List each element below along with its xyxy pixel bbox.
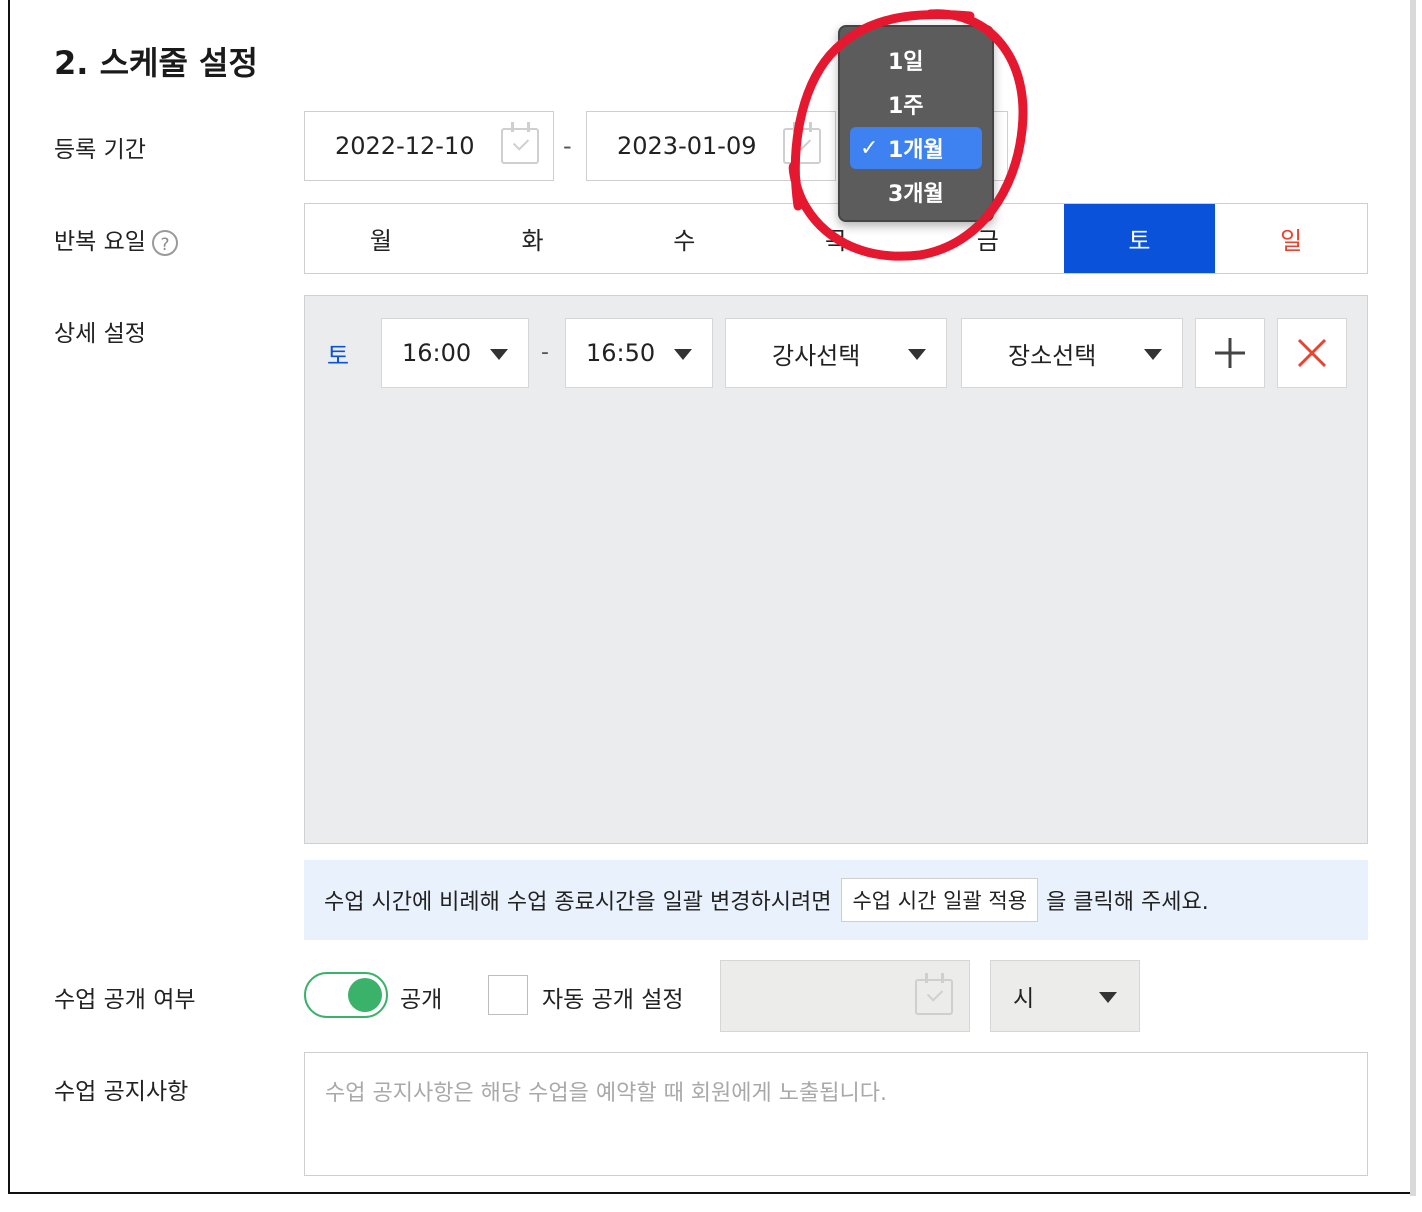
weekday-mon[interactable]: 월	[305, 204, 457, 273]
plus-icon	[1215, 338, 1245, 368]
notice-text-before: 수업 시간에 비례해 수업 종료시간을 일괄 변경하시려면	[324, 890, 832, 915]
end-date-value: 2023-01-09	[617, 132, 757, 160]
weekday-tue[interactable]: 화	[457, 204, 609, 273]
bulk-apply-notice: 수업 시간에 비례해 수업 종료시간을 일괄 변경하시려면 수업 시간 일괄 적…	[304, 860, 1368, 940]
close-icon	[1297, 338, 1327, 368]
notice-label: 수업 공지사항	[54, 1079, 189, 1105]
period-label: 등록 기간	[54, 137, 146, 163]
instructor-select[interactable]: 강사선택	[725, 318, 947, 388]
hour-value: 시	[1013, 986, 1035, 1012]
detail-settings-area: 토 16:00 - 16:50 강사선택 장소선택	[304, 295, 1368, 844]
weekday-wed[interactable]: 수	[608, 204, 760, 273]
visibility-toggle[interactable]	[304, 972, 388, 1018]
start-time-select[interactable]: 16:00	[381, 318, 529, 388]
weekday-sun[interactable]: 일	[1215, 204, 1367, 273]
toggle-knob	[348, 978, 382, 1012]
end-time-value: 16:50	[586, 339, 656, 367]
detail-label: 상세 설정	[54, 321, 146, 347]
delete-row-button[interactable]	[1277, 318, 1347, 388]
help-icon[interactable]: ?	[151, 229, 178, 256]
auto-publish-label: 자동 공개 설정	[542, 987, 684, 1013]
chevron-down-icon	[1099, 992, 1117, 1003]
start-date-value: 2022-12-10	[335, 132, 475, 160]
time-separator: -	[541, 340, 549, 365]
notice-placeholder: 수업 공지사항은 해당 수업을 예약할 때 회원에게 노출됩니다.	[325, 1081, 887, 1106]
instructor-value: 강사선택	[772, 341, 861, 370]
notice-textarea[interactable]: 수업 공지사항은 해당 수업을 예약할 때 회원에게 노출됩니다.	[304, 1052, 1368, 1176]
auto-publish-date-field[interactable]	[720, 960, 970, 1032]
location-select[interactable]: 장소선택	[961, 318, 1183, 388]
chevron-down-icon	[674, 349, 692, 360]
date-separator: -	[563, 132, 572, 160]
toggle-label: 공개	[400, 987, 443, 1013]
auto-publish-checkbox[interactable]	[488, 975, 528, 1015]
end-time-select[interactable]: 16:50	[565, 318, 713, 388]
detail-day: 토	[327, 342, 350, 370]
add-row-button[interactable]	[1195, 318, 1265, 388]
chevron-down-icon	[1144, 349, 1162, 360]
section-title: 2. 스케줄 설정	[54, 44, 258, 82]
location-value: 장소선택	[1008, 341, 1097, 370]
start-date-field[interactable]: 2022-12-10	[304, 111, 554, 181]
repeat-days-label: 반복 요일?	[54, 222, 178, 256]
weekday-sat[interactable]: 토	[1063, 204, 1216, 273]
bulk-apply-button[interactable]: 수업 시간 일괄 적용	[841, 878, 1039, 922]
repeat-days-text: 반복 요일	[54, 229, 146, 255]
annotation-circle	[788, 9, 1028, 261]
chevron-down-icon	[490, 349, 508, 360]
chevron-down-icon	[908, 349, 926, 360]
auto-publish-hour-select[interactable]: 시	[990, 960, 1140, 1032]
visibility-label: 수업 공개 여부	[54, 987, 196, 1013]
window-edge	[1410, 0, 1416, 1196]
calendar-icon	[915, 973, 953, 1015]
notice-text-after: 을 클릭해 주세요.	[1046, 890, 1209, 915]
calendar-icon[interactable]	[501, 122, 539, 164]
start-time-value: 16:00	[402, 339, 472, 367]
